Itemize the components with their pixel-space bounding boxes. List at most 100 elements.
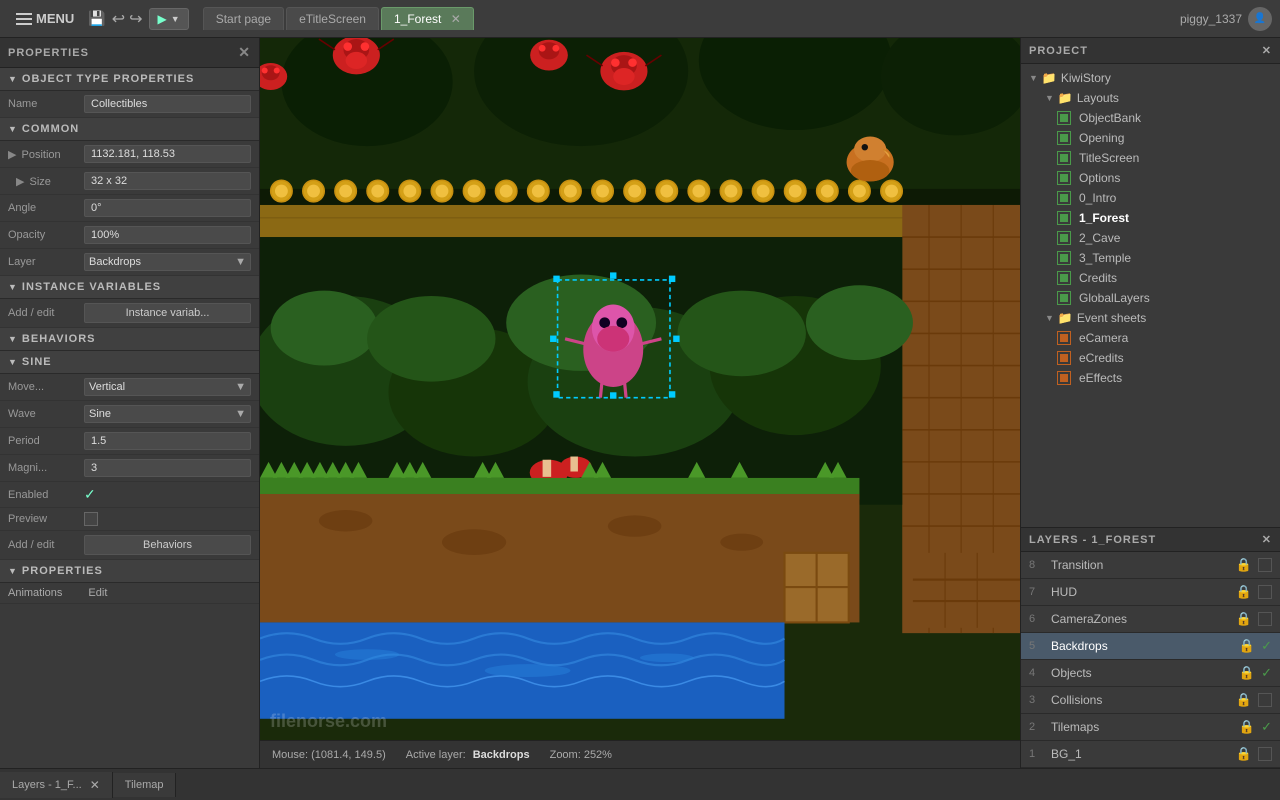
layer-row-tilemaps[interactable]: 2 Tilemaps 🔒 ✓: [1021, 714, 1280, 741]
redo-icon[interactable]: ↪: [129, 9, 142, 29]
period-value[interactable]: 1.5: [84, 432, 251, 450]
event-icon: [1057, 351, 1071, 365]
lock-icon[interactable]: 🔒: [1236, 746, 1252, 762]
section-properties-bottom[interactable]: ▼ PROPERTIES: [0, 560, 259, 583]
tree-label: TitleScreen: [1079, 151, 1139, 165]
project-close-button[interactable]: ✕: [1262, 44, 1272, 57]
lock-icon[interactable]: 🔒: [1236, 692, 1252, 708]
magni-label: Magni...: [8, 462, 78, 474]
layer-row-camerazones[interactable]: 6 CameraZones 🔒: [1021, 606, 1280, 633]
visibility-checkbox[interactable]: ✓: [1261, 719, 1272, 735]
tab-start-page[interactable]: Start page: [203, 7, 284, 30]
bottom-tab-layers-label: Layers - 1_F...: [12, 779, 82, 791]
tab-etitlescreen[interactable]: eTitleScreen: [286, 7, 379, 30]
folder-icon: 📁: [1058, 311, 1073, 325]
bottom-tab-tilemap[interactable]: Tilemap: [113, 773, 177, 797]
main-layout: PROPERTIES ✕ ▼ OBJECT TYPE PROPERTIES Na…: [0, 38, 1280, 768]
tree-item-objectbank[interactable]: ObjectBank: [1021, 108, 1280, 128]
tree-item-eeffects[interactable]: eEffects: [1021, 368, 1280, 388]
tree-item-credits[interactable]: Credits: [1021, 268, 1280, 288]
behaviors-add-row: Add / edit Behaviors: [0, 531, 259, 560]
visibility-checkbox[interactable]: [1258, 693, 1272, 707]
tree-item-3temple[interactable]: 3_Temple: [1021, 248, 1280, 268]
folder-icon: 📁: [1042, 71, 1057, 85]
tree-item-opening[interactable]: Opening: [1021, 128, 1280, 148]
lock-icon[interactable]: 🔒: [1236, 611, 1252, 627]
layer-row-objects[interactable]: 4 Objects 🔒 ✓: [1021, 660, 1280, 687]
wave-select[interactable]: Sine ▼: [84, 405, 251, 423]
layer-num: 2: [1029, 721, 1045, 733]
menu-button[interactable]: MENU: [8, 7, 82, 30]
visibility-checkbox[interactable]: [1258, 558, 1272, 572]
avatar[interactable]: 👤: [1248, 7, 1272, 31]
visibility-checkbox[interactable]: [1258, 612, 1272, 626]
name-value[interactable]: Collectibles: [84, 95, 251, 113]
lock-icon[interactable]: 🔒: [1239, 719, 1255, 735]
tree-item-kiwistory[interactable]: ▼ 📁 KiwiStory: [1021, 68, 1280, 88]
visibility-checkbox[interactable]: ✓: [1261, 665, 1272, 681]
visibility-checkbox[interactable]: [1258, 747, 1272, 761]
tree-item-layouts[interactable]: ▼ 📁 Layouts: [1021, 88, 1280, 108]
layer-row-backdrops[interactable]: 5 Backdrops 🔒 ✓: [1021, 633, 1280, 660]
behaviors-add-button[interactable]: Behaviors: [84, 535, 251, 555]
opacity-value[interactable]: 100%: [84, 226, 251, 244]
layout-icon: [1057, 151, 1071, 165]
canvas-content: filenorse.com Mouse: (1081.4, 149.5) Act…: [260, 38, 1020, 768]
instance-vars-add-button[interactable]: Instance variab...: [84, 303, 251, 323]
tree-item-ecamera[interactable]: eCamera: [1021, 328, 1280, 348]
zoom-level: Zoom: 252%: [550, 749, 612, 761]
layer-num: 6: [1029, 613, 1045, 625]
layer-select[interactable]: Backdrops ▼: [84, 253, 251, 271]
animations-label[interactable]: Animations: [8, 587, 62, 599]
canvas-area[interactable]: filenorse.com Mouse: (1081.4, 149.5) Act…: [260, 38, 1020, 768]
tree-item-titlescreen[interactable]: TitleScreen: [1021, 148, 1280, 168]
layer-name: Objects: [1051, 666, 1233, 680]
section-behaviors[interactable]: ▼ BEHAVIORS: [0, 328, 259, 351]
lock-icon[interactable]: 🔒: [1239, 638, 1255, 654]
properties-close-button[interactable]: ✕: [238, 44, 251, 61]
layer-row-collisions[interactable]: 3 Collisions 🔒: [1021, 687, 1280, 714]
section-object-type-label: OBJECT TYPE PROPERTIES: [22, 73, 194, 85]
lock-icon[interactable]: 🔒: [1236, 557, 1252, 573]
section-common[interactable]: ▼ COMMON: [0, 118, 259, 141]
tree-label: Opening: [1079, 131, 1124, 145]
magni-value[interactable]: 3: [84, 459, 251, 477]
visibility-checkbox[interactable]: ✓: [1261, 638, 1272, 654]
lock-icon[interactable]: 🔒: [1239, 665, 1255, 681]
visibility-checkbox[interactable]: [1258, 585, 1272, 599]
section-sine[interactable]: ▼ SINE: [0, 351, 259, 374]
layer-row-hud[interactable]: 7 HUD 🔒: [1021, 579, 1280, 606]
tab-close-icon[interactable]: ✕: [451, 12, 461, 26]
layers-close-button[interactable]: ✕: [1262, 533, 1272, 546]
position-label: ▶ Position: [8, 148, 78, 161]
tab-1-forest[interactable]: 1_Forest ✕: [381, 7, 474, 30]
tree-label: 3_Temple: [1079, 251, 1131, 265]
section-arrow-icon: ▼: [8, 124, 18, 134]
undo-icon[interactable]: ↩: [112, 9, 125, 29]
layer-row-bg1[interactable]: 1 BG_1 🔒: [1021, 741, 1280, 768]
edit-label[interactable]: Edit: [88, 587, 107, 599]
tree-item-2cave[interactable]: 2_Cave: [1021, 228, 1280, 248]
preview-checkbox[interactable]: [84, 512, 98, 526]
angle-value[interactable]: 0°: [84, 199, 251, 217]
mouse-coords: Mouse: (1081.4, 149.5): [272, 749, 386, 761]
tree-item-1forest[interactable]: 1_Forest: [1021, 208, 1280, 228]
size-value[interactable]: 32 x 32: [84, 172, 251, 190]
tree-item-ecredits[interactable]: eCredits: [1021, 348, 1280, 368]
tree-item-event-sheets[interactable]: ▼ 📁 Event sheets: [1021, 308, 1280, 328]
play-button[interactable]: ▶ ▼: [149, 8, 189, 30]
layer-row-transition[interactable]: 8 Transition 🔒: [1021, 552, 1280, 579]
save-icon[interactable]: 💾: [88, 10, 105, 27]
bottom-tab-close-icon[interactable]: ✕: [90, 778, 100, 792]
tree-item-0intro[interactable]: 0_Intro: [1021, 188, 1280, 208]
bottom-tab-layers[interactable]: Layers - 1_F... ✕: [0, 772, 113, 798]
section-instance-vars[interactable]: ▼ INSTANCE VARIABLES: [0, 276, 259, 299]
tree-item-options[interactable]: Options: [1021, 168, 1280, 188]
enabled-check-icon[interactable]: ✓: [84, 486, 96, 503]
layout-icon: [1057, 171, 1071, 185]
lock-icon[interactable]: 🔒: [1236, 584, 1252, 600]
position-value[interactable]: 1132.181, 118.53: [84, 145, 251, 163]
move-select[interactable]: Vertical ▼: [84, 378, 251, 396]
section-object-type[interactable]: ▼ OBJECT TYPE PROPERTIES: [0, 68, 259, 91]
tree-item-globallayers[interactable]: GlobalLayers: [1021, 288, 1280, 308]
